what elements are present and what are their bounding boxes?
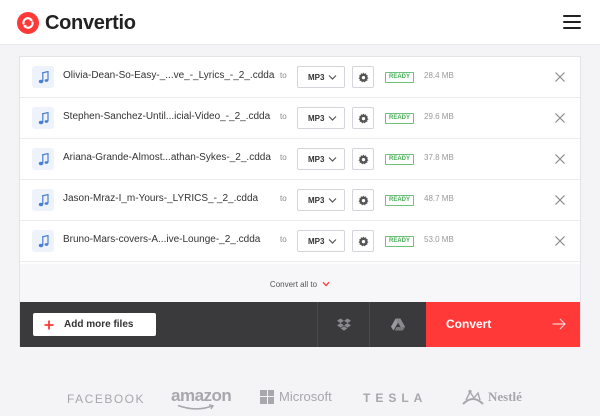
convertio-logo[interactable]: Convertio [17,10,136,36]
file-name: Bruno-Mars-covers-A...ive-Lounge-_2_.cdd… [63,234,261,245]
format-select[interactable]: MP3 [297,66,345,88]
top-header: Convertio [0,0,600,45]
audio-file-icon [32,189,54,211]
remove-file-button[interactable] [553,193,567,207]
settings-button[interactable] [352,148,374,170]
convert-label: Convert [446,317,492,331]
file-row: Stephen-Sanchez-Until...icial-Video_-_2_… [20,98,580,139]
chevron-down-icon [328,198,337,203]
file-list: Olivia-Dean-So-Easy-_...ve_-_Lyrics_-_2_… [20,57,580,262]
conversion-card: Olivia-Dean-So-Easy-_...ve_-_Lyrics_-_2_… [19,56,581,347]
dropbox-button[interactable] [317,302,369,347]
google-drive-button[interactable] [369,302,426,347]
to-label: to [280,194,287,203]
close-icon [555,195,565,205]
file-name: Stephen-Sanchez-Until...icial-Video_-_2_… [63,111,271,122]
format-value: MP3 [308,236,325,246]
file-name: Jason-Mraz-I_m-Yours-_LYRICS_-_2_.cdda [63,193,259,204]
microsoft-text: Microsoft [279,389,332,404]
file-row: Jason-Mraz-I_m-Yours-_LYRICS_-_2_.cdda t… [20,180,580,221]
close-icon [555,72,565,82]
to-label: to [280,235,287,244]
action-bar: Add more files Convert [20,302,580,347]
convertio-logo-icon [17,12,39,34]
close-icon [555,154,565,164]
chevron-down-icon [328,75,337,80]
format-select[interactable]: MP3 [297,230,345,252]
status-badge: READY [385,195,415,206]
close-icon [555,113,565,123]
to-label: to [280,112,287,121]
to-label: to [280,71,287,80]
settings-button[interactable] [352,230,374,252]
audio-file-icon [32,66,54,88]
audio-file-icon [32,107,54,129]
file-row: Olivia-Dean-So-Easy-_...ve_-_Lyrics_-_2_… [20,57,580,98]
nestle-logo: Nestlé [461,388,522,406]
format-value: MP3 [308,154,325,164]
file-row: Bruno-Mars-covers-A...ive-Lounge-_2_.cdd… [20,221,580,262]
format-value: MP3 [308,195,325,205]
dropbox-icon [336,318,351,331]
amazon-smile-icon [177,404,215,410]
add-more-files-button[interactable]: Add more files [33,313,156,336]
file-size: 48.7 MB [424,194,454,203]
gear-icon [357,235,369,246]
format-value: MP3 [308,72,325,82]
gear-icon [357,194,369,205]
chevron-down-icon [328,116,337,121]
format-value: MP3 [308,113,325,123]
file-name: Olivia-Dean-So-Easy-_...ve_-_Lyrics_-_2_… [63,70,275,81]
format-select[interactable]: MP3 [297,189,345,211]
settings-button[interactable] [352,107,374,129]
remove-file-button[interactable] [553,111,567,125]
remove-file-button[interactable] [553,234,567,248]
convert-all-label: Convert all to [269,279,318,289]
microsoft-grid-icon [260,389,274,404]
status-badge: READY [385,113,415,124]
close-icon [555,236,565,246]
add-more-files-label: Add more files [64,319,134,330]
settings-button[interactable] [352,189,374,211]
file-size: 53.0 MB [424,235,454,244]
to-label: to [280,153,287,162]
file-row: Ariana-Grande-Almost...athan-Sykes-_2_.c… [20,139,580,180]
format-select[interactable]: MP3 [297,107,345,129]
gear-icon [357,112,369,123]
audio-file-icon [32,230,54,252]
chevron-down-icon [328,239,337,244]
format-select[interactable]: MP3 [297,148,345,170]
gear-icon [357,153,369,164]
convert-all-dropdown[interactable]: Convert all to [20,264,580,304]
file-size: 29.6 MB [424,112,454,121]
remove-file-button[interactable] [553,152,567,166]
status-badge: READY [385,72,415,83]
audio-file-icon [32,148,54,170]
status-badge: READY [385,154,415,165]
status-badge: READY [385,236,415,247]
arrow-right-icon [552,318,566,330]
file-name: Ariana-Grande-Almost...athan-Sykes-_2_.c… [63,152,271,163]
nestle-nest-icon [462,389,484,405]
tesla-logo: TESLA [363,391,428,405]
file-size: 28.4 MB [424,71,454,80]
logo-text: Convertio [45,11,136,34]
facebook-logo: FACEBOOK [67,392,146,406]
chevron-down-icon [328,157,337,162]
plus-icon [44,320,54,329]
amazon-logo: amazon [171,386,232,405]
trusted-brands: FACEBOOK amazon Microsoft TESLA Nestlé [0,382,600,412]
file-size: 37.8 MB [424,153,454,162]
microsoft-logo: Microsoft [260,389,332,404]
nestle-text: Nestlé [488,389,522,404]
google-drive-icon [391,318,405,331]
chevron-down-icon [322,281,330,287]
hamburger-menu-icon[interactable] [563,15,581,29]
gear-icon [357,71,369,82]
settings-button[interactable] [352,66,374,88]
convert-button[interactable]: Convert [426,302,580,347]
remove-file-button[interactable] [553,70,567,84]
